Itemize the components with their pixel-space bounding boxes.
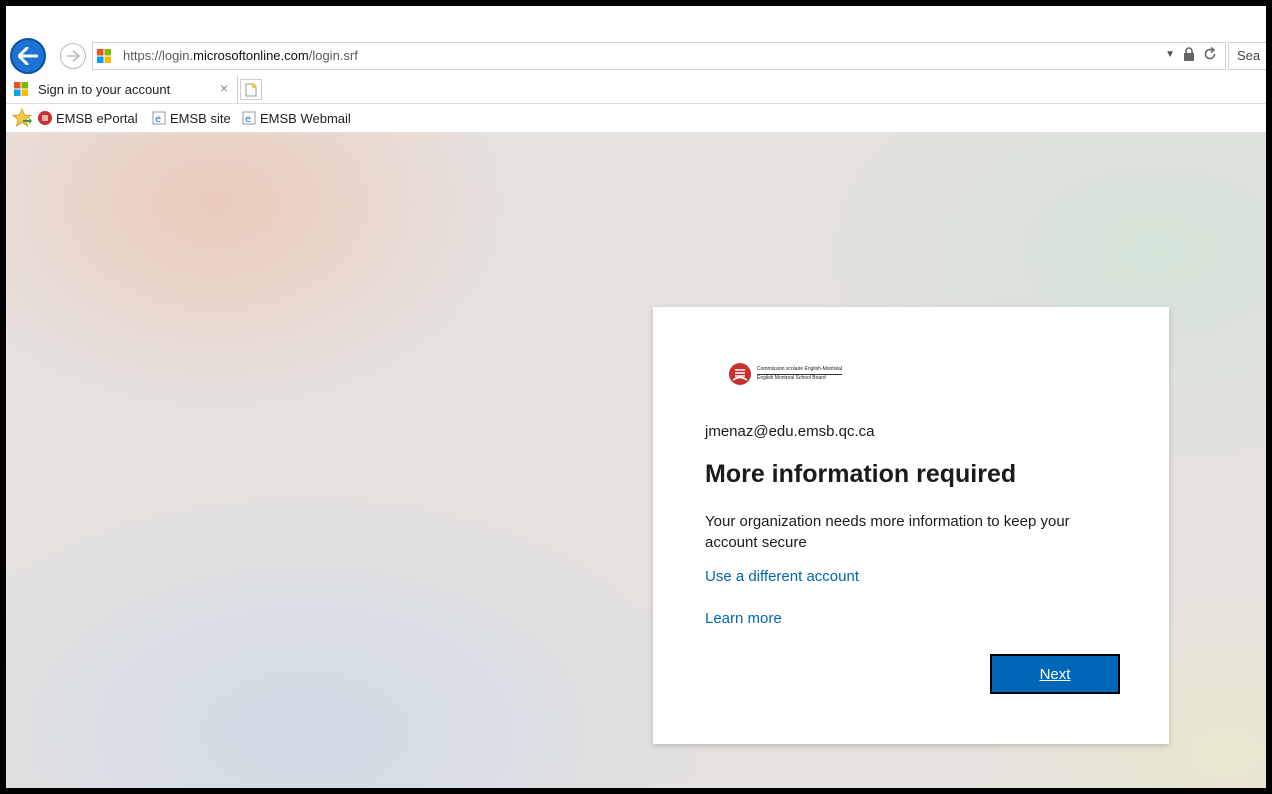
emsb-logo: Commission scolaire English-Montréal Eng…	[729, 363, 843, 385]
svg-text:e: e	[245, 114, 251, 125]
forward-button[interactable]	[60, 43, 86, 69]
favorite-emsb-eportal[interactable]: EMSB ePortal	[38, 108, 138, 128]
address-tools: ▼	[1165, 47, 1217, 61]
logo-text: Commission scolaire English-Montréal Eng…	[757, 366, 843, 381]
search-field[interactable]: Sea	[1228, 42, 1266, 70]
favorites-bar: EMSB ePortal e EMSB site e EMSB Webmail	[6, 104, 1266, 133]
use-different-account-link[interactable]: Use a different account	[705, 568, 859, 585]
tab-title: Sign in to your account	[38, 82, 171, 97]
page-content: Commission scolaire English-Montréal Eng…	[6, 133, 1266, 788]
ie-page-icon: e	[242, 111, 256, 125]
favorite-label: EMSB site	[170, 110, 231, 126]
dropdown-arrow-icon[interactable]: ▼	[1165, 49, 1175, 60]
favorite-emsb-site[interactable]: e EMSB site	[152, 108, 231, 128]
favorite-label: EMSB Webmail	[260, 110, 351, 126]
tab-bar: Sign in to your account ×	[6, 76, 1266, 104]
account-email: jmenaz@edu.emsb.qc.ca	[705, 423, 875, 440]
new-tab-button[interactable]	[240, 79, 262, 100]
microsoft-logo-icon	[14, 82, 28, 96]
svg-text:e: e	[155, 114, 161, 125]
favorites-star-icon[interactable]	[12, 108, 32, 128]
next-button[interactable]: Next	[990, 654, 1120, 694]
address-url: https://login.microsoftonline.com/login.…	[123, 48, 358, 63]
description-text: Your organization needs more information…	[705, 513, 1070, 551]
ie-page-icon: e	[152, 111, 166, 125]
emsb-logo-icon	[729, 363, 751, 385]
arrow-left-icon	[18, 47, 38, 65]
microsoft-logo-icon	[97, 49, 111, 63]
sign-in-card: Commission scolaire English-Montréal Eng…	[653, 307, 1169, 744]
browser-window: https://login.microsoftonline.com/login.…	[6, 6, 1266, 788]
new-page-icon	[245, 83, 257, 96]
emsb-logo-icon	[38, 111, 52, 125]
address-field[interactable]: https://login.microsoftonline.com/login.…	[92, 42, 1226, 70]
address-bar-row: https://login.microsoftonline.com/login.…	[6, 6, 1266, 76]
lock-icon[interactable]	[1183, 47, 1195, 61]
favorite-emsb-webmail[interactable]: e EMSB Webmail	[242, 108, 351, 128]
page-title: More information required	[705, 460, 1017, 488]
close-tab-icon[interactable]: ×	[220, 80, 228, 96]
tab-sign-in[interactable]: Sign in to your account ×	[6, 76, 238, 103]
learn-more-link[interactable]: Learn more	[705, 610, 782, 627]
favorite-label: EMSB ePortal	[56, 110, 138, 126]
back-button[interactable]	[10, 38, 46, 74]
arrow-right-icon	[67, 50, 80, 62]
refresh-icon[interactable]	[1203, 47, 1217, 61]
